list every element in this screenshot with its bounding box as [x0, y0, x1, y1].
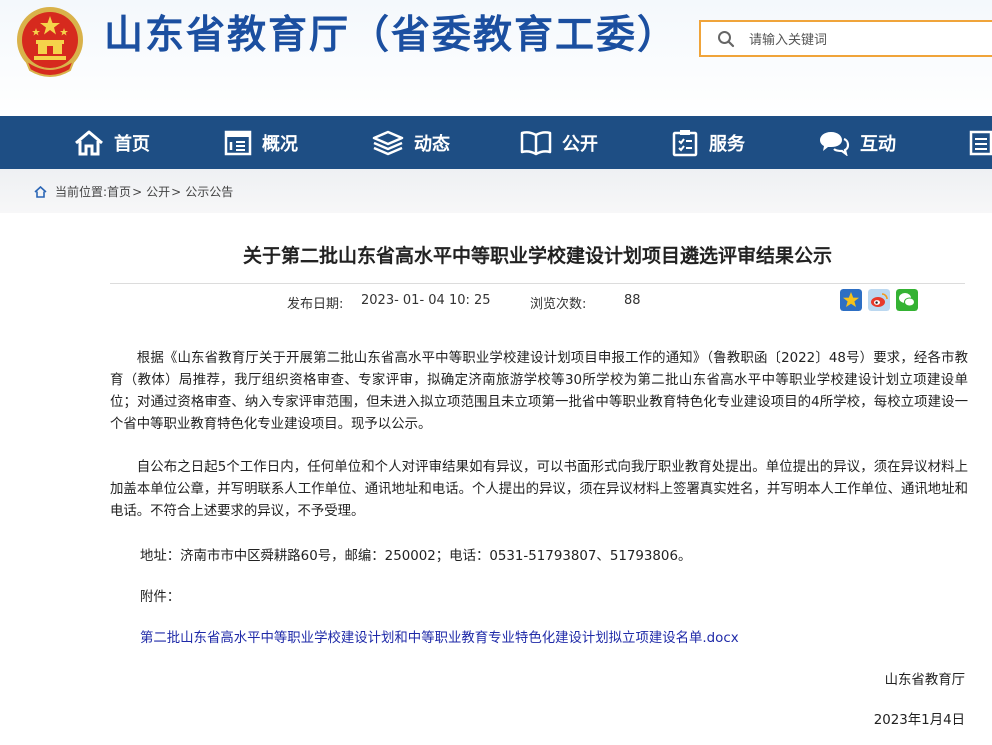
clipboard-icon [672, 129, 698, 156]
nav-label-public: 公开 [562, 133, 598, 155]
breadcrumb-separator: > [132, 184, 143, 199]
chat-icon [820, 131, 850, 156]
nav-item-home[interactable]: 首页 [74, 116, 150, 169]
document-icon [224, 130, 252, 155]
signature: 山东省教育厅 [884, 673, 965, 688]
main-nav: 首页 概况 动态 公开 服务 互动 [0, 116, 992, 169]
list-icon [969, 130, 992, 155]
divider [110, 283, 965, 284]
search-box[interactable] [699, 20, 992, 57]
nav-item-public[interactable]: 公开 [520, 116, 598, 169]
breadcrumb-link-notices[interactable]: 公示公告 [185, 183, 233, 200]
national-emblem-logo [17, 7, 83, 77]
article-title: 关于第二批山东省高水平中等职业学校建设计划项目遴选评审结果公示 [242, 245, 832, 267]
views-count: 88 [624, 293, 641, 308]
home-icon [75, 130, 103, 155]
contact-address: 地址：济南市市中区舜耕路60号，邮编：250002；电话：0531-517938… [140, 549, 692, 564]
search-input[interactable] [747, 28, 981, 52]
nav-item-overview[interactable]: 概况 [224, 116, 298, 169]
nav-item-interaction[interactable]: 互动 [818, 116, 896, 169]
star-icon[interactable] [840, 289, 862, 311]
attachment-link[interactable]: 第二批山东省高水平中等职业学校建设计划和中等职业教育专业特色化建设计划拟立项建设… [140, 631, 739, 646]
article-paragraph: 根据《山东省教育厅关于开展第二批山东省高水平中等职业学校建设计划项目申报工作的通… [110, 351, 968, 432]
search-icon[interactable] [717, 30, 735, 48]
breadcrumb-link-home[interactable]: 首页 [107, 183, 131, 200]
publish-date-label: 发布日期: [287, 297, 344, 312]
article-paragraph: 自公布之日起5个工作日内，任何单位和个人对评审结果如有异议，可以书面形式向我厅职… [110, 460, 968, 519]
weibo-icon[interactable] [868, 289, 890, 311]
breadcrumb-separator: > [171, 184, 182, 199]
nav-label-overview: 概况 [262, 133, 298, 155]
nav-item-more[interactable] [969, 116, 992, 169]
publish-date: 2023- 01- 04 10: 25 [361, 293, 491, 308]
breadcrumb: 当前位置: 首页 > 公开 > 公示公告 [34, 183, 233, 200]
wechat-icon[interactable] [896, 289, 918, 311]
attachment-row: 第二批山东省高水平中等职业学校建设计划和中等职业教育专业特色化建设计划拟立项建设… [140, 626, 739, 646]
sign-date: 2023年1月4日 [873, 713, 965, 728]
site-title: 山东省教育厅（省委教育工委） [104, 13, 679, 58]
nav-item-news[interactable]: 动态 [372, 116, 450, 169]
nav-label-news: 动态 [414, 133, 450, 155]
site-header: 山东省教育厅（省委教育工委） [0, 0, 992, 116]
breadcrumb-link-public[interactable]: 公开 [146, 183, 170, 200]
breadcrumb-prefix: 当前位置: [55, 185, 108, 199]
layers-icon [372, 130, 404, 155]
nav-label-interaction: 互动 [860, 133, 896, 155]
nav-label-service: 服务 [709, 133, 745, 155]
nav-item-service[interactable]: 服务 [671, 116, 745, 169]
home-icon [34, 185, 47, 198]
breadcrumb-bar: 当前位置: 首页 > 公开 > 公示公告 [0, 169, 992, 213]
views-label: 浏览次数: [530, 297, 587, 312]
book-icon [520, 130, 552, 155]
nav-label-home: 首页 [114, 133, 150, 155]
attachment-label: 附件： [140, 590, 181, 605]
